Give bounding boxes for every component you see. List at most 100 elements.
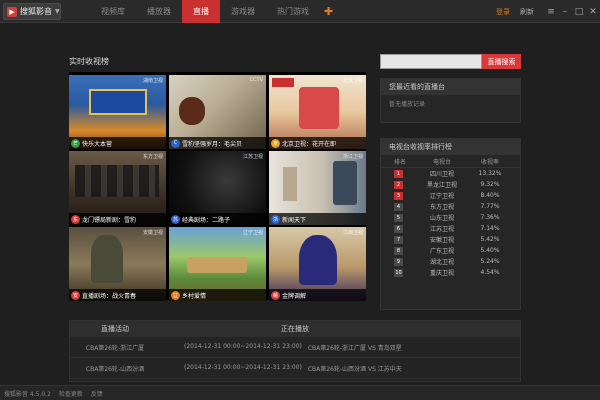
tile-title: 龙门镖局新剧：雪豹: [82, 216, 137, 224]
schedule-header-row: 直播活动 正在播放: [70, 321, 520, 337]
rank-number: 9: [394, 257, 403, 266]
event-name: CBA第26轮-山西汾酒: [85, 365, 145, 373]
live-ratings-grid: 湖南卫视 芒 快乐大本营 CCTV C 雪豹坚强岁月：毛尖贝 北京卫视 京 北京…: [69, 72, 366, 301]
tile-caption: 辽 乡村爱情: [169, 289, 266, 301]
rating-value: 8.40%: [480, 192, 500, 199]
figure-shape: [187, 257, 247, 273]
main-tabs: 视频库 播放器 直播 游戏器 热门游戏 ✚: [90, 0, 333, 23]
live-search-input[interactable]: [380, 54, 482, 69]
rating-value: 9.32%: [480, 181, 500, 188]
video-tile[interactable]: 安徽卫视 安 直播剧场：战火青春: [69, 227, 166, 301]
event-match: CBA第26轮-山西汾酒 VS 江苏中天: [307, 365, 402, 373]
channel-tag: 浙江卫视: [342, 154, 363, 160]
tile-caption: 安 直播剧场：战火青春: [69, 289, 166, 301]
tab-player[interactable]: 播放器: [136, 0, 182, 23]
rating-value: 4.54%: [480, 269, 500, 276]
live-search-button[interactable]: 直播搜索: [482, 54, 521, 69]
video-tile[interactable]: 浙江卫视 浙 新闻天下: [269, 151, 366, 225]
channel-tag: 江苏卫视: [242, 154, 263, 160]
channel-name: 安徽卫视: [429, 237, 454, 244]
video-tile[interactable]: 北京卫视 京 北京卫视：花开在即: [269, 75, 366, 149]
schedule-row[interactable]: CBA第26轮-山西汾酒 (2014-12-31 00:00~2014-12-3…: [70, 358, 520, 379]
event-match: CBA第26轮-浙江广厦 VS 青岛双星: [307, 344, 402, 352]
menu-icon[interactable]: ≡: [544, 0, 558, 23]
ranking-row[interactable]: 7 安徽卫视 5.42%: [381, 234, 520, 245]
minimize-icon[interactable]: –: [558, 0, 572, 23]
ranking-row[interactable]: 1 四川卫视 13.32%: [381, 168, 520, 179]
ranking-row[interactable]: 6 江苏卫视 7.14%: [381, 223, 520, 234]
figure-shape: [299, 235, 337, 285]
recent-channels-panel: 您最近看的直播台 暂无播放记录: [380, 78, 521, 123]
top-right-controls: 登录 刷新 ≡ – □ ✕: [496, 0, 600, 23]
section-title: 实时收视榜: [69, 57, 109, 66]
tab-games[interactable]: 游戏器: [220, 0, 266, 23]
channel-name: 山东卫视: [429, 215, 454, 222]
col-rate-header: 收视率: [480, 158, 499, 166]
tab-live[interactable]: 直播: [182, 0, 220, 23]
ranking-row[interactable]: 3 辽宁卫视 8.40%: [381, 190, 520, 201]
channel-name: 广东卫视: [429, 248, 454, 255]
status-bar: 搜狐影音 4.5.0.2 检查更新 反馈: [0, 385, 600, 400]
maximize-icon[interactable]: □: [572, 0, 586, 23]
ranking-row[interactable]: 5 山东卫视 7.36%: [381, 212, 520, 223]
ranking-row[interactable]: 4 东方卫视 7.77%: [381, 201, 520, 212]
tile-title: 经典剧场：二路子: [182, 216, 231, 224]
channel-logo-icon: 辽: [171, 290, 180, 300]
channel-logo-icon: 东: [71, 214, 80, 224]
tile-caption: 东 龙门镖局新剧：雪豹: [69, 213, 166, 225]
video-tile[interactable]: 辽宁卫视 辽 乡村爱情: [169, 227, 266, 301]
tile-title: 乡村爱情: [182, 292, 207, 300]
channel-name: 四川卫视: [429, 171, 454, 178]
video-tile[interactable]: 东方卫视 东 龙门镖局新剧：雪豹: [69, 151, 166, 225]
figure-shape: [91, 235, 123, 283]
channel-name: 湖北卫视: [429, 259, 454, 266]
recent-panel-title: 您最近看的直播台: [381, 79, 520, 95]
live-schedule-table: 直播活动 正在播放 CBA第26轮-浙江广厦 (2014-12-31 00:00…: [69, 320, 521, 382]
channel-logo-icon: 安: [71, 290, 80, 300]
rank-number: 2: [394, 180, 403, 189]
video-tile[interactable]: CCTV C 雪豹坚强岁月：毛尖贝: [169, 75, 266, 149]
video-tile[interactable]: 江苏卫视 苏 经典剧场：二路子: [169, 151, 266, 225]
ranking-row[interactable]: 9 湖北卫视 5.24%: [381, 256, 520, 267]
ranking-row[interactable]: 10 重庆卫视 4.54%: [381, 267, 520, 278]
tile-title: 新闻天下: [282, 216, 307, 224]
rank-number: 7: [394, 235, 403, 244]
channel-logo-icon: 赣: [271, 290, 280, 300]
schedule-row[interactable]: CBA第26轮-浙江广厦 (2014-12-31 00:00~2014-12-3…: [70, 337, 520, 358]
tile-title: 直播剧场：战火青春: [82, 292, 137, 300]
rating-value: 13.32%: [478, 170, 502, 177]
close-icon[interactable]: ✕: [586, 0, 600, 23]
video-tile[interactable]: 江西卫视 赣 金牌调解: [269, 227, 366, 301]
tile-title: 北京卫视：花开在即: [282, 140, 337, 148]
app-logo-menu[interactable]: ▶ 搜狐影音 ▼: [3, 3, 61, 20]
add-tab-icon[interactable]: ✚: [320, 0, 333, 23]
app-name: 搜狐影音: [20, 7, 52, 16]
rating-value: 7.77%: [480, 203, 500, 210]
ranking-row[interactable]: 2 黑龙江卫视 9.32%: [381, 179, 520, 190]
title-bar: ▶ 搜狐影音 ▼ 视频库 播放器 直播 游戏器 热门游戏 ✚ 登录 刷新 ≡ –…: [0, 0, 600, 23]
tab-video-library[interactable]: 视频库: [90, 0, 136, 23]
rating-value: 7.14%: [480, 225, 500, 232]
tile-title: 雪豹坚强岁月：毛尖贝: [182, 140, 243, 148]
channel-tag: CCTV: [249, 77, 263, 83]
col-channel-header: 电视台: [432, 158, 451, 166]
login-link[interactable]: 登录: [496, 7, 510, 17]
channel-name: 江苏卫视: [429, 226, 454, 233]
channel-logo-icon: 芒: [71, 138, 80, 148]
stage-banner: [89, 89, 147, 115]
channel-banner: [272, 78, 294, 87]
feedback-link[interactable]: 反馈: [91, 389, 103, 398]
figure-shape: [179, 97, 205, 125]
col-rank-header: 排名: [394, 158, 407, 166]
tab-hot-games[interactable]: 热门游戏: [266, 0, 320, 23]
channel-name: 辽宁卫视: [429, 193, 454, 200]
refresh-link[interactable]: 刷新: [520, 7, 534, 17]
check-update-link[interactable]: 检查更新: [59, 389, 83, 398]
channel-logo-icon: C: [171, 138, 180, 148]
ranking-row[interactable]: 8 广东卫视 5.40%: [381, 245, 520, 256]
video-tile[interactable]: 湖南卫视 芒 快乐大本营: [69, 75, 166, 149]
rank-number: 10: [394, 268, 403, 277]
event-name: CBA第26轮-浙江广厦: [85, 344, 145, 352]
channel-name: 黑龙江卫视: [426, 182, 457, 189]
rating-value: 5.42%: [480, 236, 500, 243]
